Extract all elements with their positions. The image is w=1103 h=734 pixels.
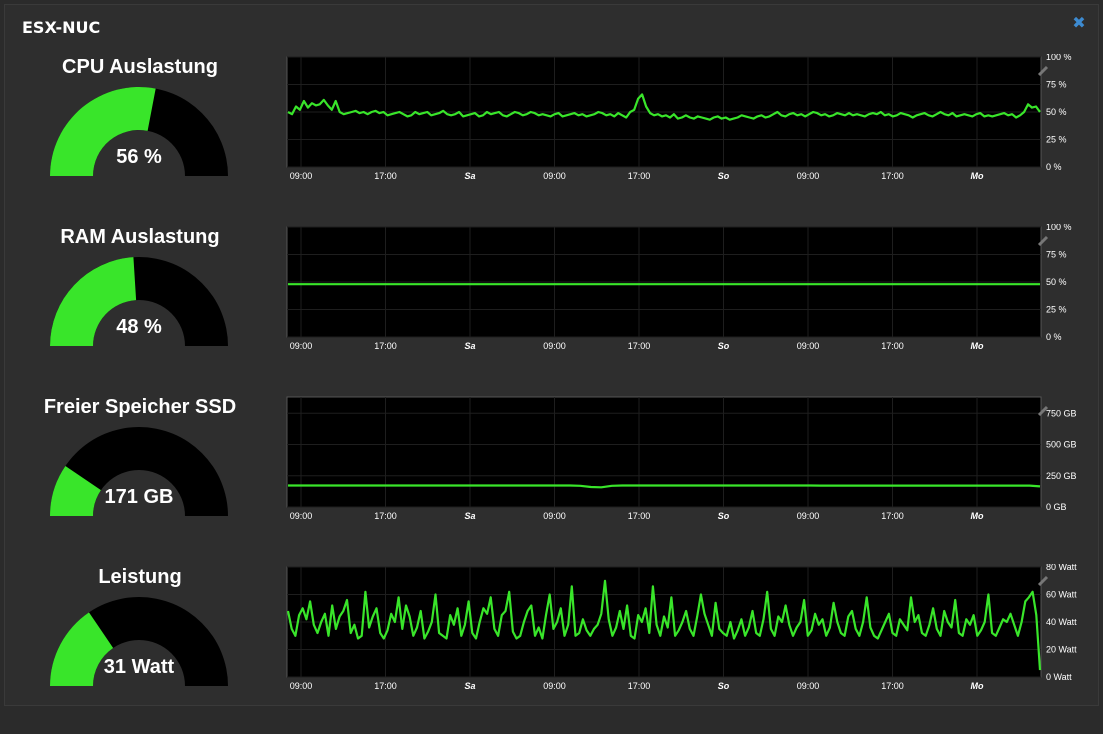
x-tick-label: 09:00: [290, 341, 313, 351]
x-tick-label: 09:00: [543, 171, 566, 181]
x-tick-label: Sa: [464, 341, 475, 351]
y-tick-label: 250 GB: [1046, 471, 1077, 481]
y-tick-label: 75 %: [1046, 250, 1067, 260]
x-tick-label: 09:00: [797, 511, 820, 521]
x-tick-label: Mo: [971, 511, 984, 521]
gauge-value: 56 %: [116, 146, 162, 168]
line-chart: 100 % 75 % 50 % 25 % 0 % 09:00 17:00 Sa 09:00 17:…: [286, 224, 1072, 351]
x-tick-label: 09:00: [543, 341, 566, 351]
x-tick-label: Mo: [971, 681, 984, 691]
close-icon[interactable]: ✖: [1072, 16, 1086, 32]
x-tick-label: 17:00: [374, 511, 397, 521]
y-tick-label: 25 %: [1046, 135, 1067, 145]
x-tick-label: 17:00: [628, 511, 651, 521]
y-tick-label: 750 GB: [1046, 408, 1077, 418]
metric-row: RAM Auslastung 48 % 100 % 75 % 50 % 25 % 0 % 09…: [0, 224, 1103, 394]
y-tick-label: 80 Watt: [1046, 564, 1077, 572]
gauge-title: CPU Auslastung: [62, 56, 218, 78]
x-tick-label: 17:00: [628, 171, 651, 181]
y-tick-label: 0 Watt: [1046, 672, 1072, 682]
y-tick-label: 75 %: [1046, 80, 1067, 90]
x-tick-label: 09:00: [290, 171, 313, 181]
panel-title: ESX-NUC: [22, 18, 101, 37]
line-chart: 750 GB 500 GB 250 GB 0 GB 09:00 17:00 Sa 09:00 1…: [286, 396, 1077, 521]
x-tick-label: 09:00: [543, 681, 566, 691]
x-tick-label: 17:00: [374, 341, 397, 351]
x-tick-label: So: [718, 171, 730, 181]
y-tick-label: 0 %: [1046, 332, 1062, 342]
x-tick-label: 09:00: [290, 511, 313, 521]
x-tick-label: 17:00: [881, 681, 904, 691]
x-tick-label: 09:00: [797, 341, 820, 351]
x-tick-label: 09:00: [290, 681, 313, 691]
line-chart: 80 Watt 60 Watt 40 Watt 20 Watt 0 Watt 09:00 1…: [286, 564, 1077, 691]
x-tick-label: Sa: [464, 171, 475, 181]
y-tick-label: 0 %: [1046, 162, 1062, 172]
y-tick-label: 100 %: [1046, 54, 1072, 62]
y-tick-label: 60 Watt: [1046, 590, 1077, 600]
x-tick-label: So: [718, 681, 730, 691]
gauge-value: 48 %: [116, 316, 162, 338]
y-tick-label: 25 %: [1046, 305, 1067, 315]
gauge-title: RAM Auslastung: [60, 226, 220, 248]
x-tick-label: Mo: [971, 171, 984, 181]
x-tick-label: Sa: [464, 681, 475, 691]
x-tick-label: 17:00: [881, 171, 904, 181]
y-tick-label: 100 %: [1046, 224, 1072, 232]
y-tick-label: 20 Watt: [1046, 645, 1077, 655]
x-tick-label: 17:00: [628, 341, 651, 351]
y-tick-label: 50 %: [1046, 277, 1067, 287]
metric-row: Leistung 31 Watt 80 Watt 60 Watt 40 Watt 20 W…: [0, 564, 1103, 734]
metric-row: Freier Speicher SSD 171 GB 750 GB 500 GB 250…: [0, 394, 1103, 564]
gauge-title: Leistung: [98, 566, 182, 588]
x-tick-label: 09:00: [543, 511, 566, 521]
x-tick-label: So: [718, 511, 730, 521]
x-tick-label: 17:00: [881, 341, 904, 351]
gauge-value: 31 Watt: [103, 656, 175, 678]
x-tick-label: 09:00: [797, 681, 820, 691]
x-tick-label: 17:00: [881, 511, 904, 521]
x-tick-label: So: [718, 341, 730, 351]
x-tick-label: 17:00: [628, 681, 651, 691]
gauge-title: Freier Speicher SSD: [43, 396, 237, 418]
x-tick-label: 17:00: [374, 681, 397, 691]
line-chart: 100 % 75 % 50 % 25 % 0 % 09:00 17:00 Sa 09:00 17:…: [286, 54, 1072, 181]
y-tick-label: 0 GB: [1046, 502, 1067, 512]
y-tick-label: 40 Watt: [1046, 617, 1077, 627]
x-tick-label: 17:00: [374, 171, 397, 181]
y-tick-label: 50 %: [1046, 107, 1067, 117]
gauge-value: 171 GB: [104, 486, 174, 508]
y-tick-label: 500 GB: [1046, 440, 1077, 450]
x-tick-label: Sa: [464, 511, 475, 521]
metric-row: CPU Auslastung 56 % 100 % 75 % 50 % 25 % 0 % 09…: [0, 54, 1103, 224]
x-tick-label: Mo: [971, 341, 984, 351]
x-tick-label: 09:00: [797, 171, 820, 181]
